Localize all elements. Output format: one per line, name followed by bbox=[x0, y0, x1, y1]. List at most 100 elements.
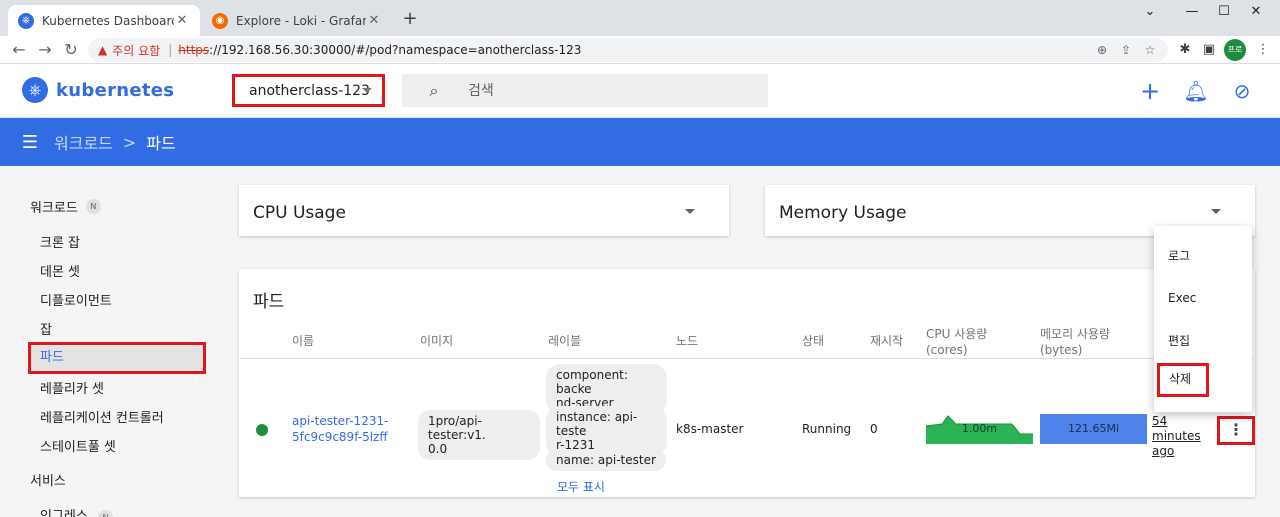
sidebar-item-replication-controllers[interactable]: 레플리케이션 컨트롤러 bbox=[40, 407, 164, 426]
security-warning[interactable]: 주의 요함 bbox=[112, 42, 160, 59]
brand-name[interactable]: kubernetes bbox=[56, 80, 174, 101]
memory-value: 121.65Mi bbox=[1067, 422, 1120, 435]
sidebar-item-deployments[interactable]: 디플로이먼트 bbox=[40, 290, 112, 309]
sidebar-section-workloads[interactable]: 워크로드 N bbox=[30, 197, 101, 216]
sidebar-item-cronjobs[interactable]: 크론 잡 bbox=[40, 232, 80, 251]
menu-item-edit[interactable]: 편집 bbox=[1168, 332, 1190, 349]
sidebar-item-daemonsets[interactable]: 데몬 셋 bbox=[40, 261, 80, 280]
row-actions-kebab-icon[interactable]: ⋮ bbox=[1217, 416, 1255, 445]
url-scheme: https bbox=[178, 43, 210, 57]
url-divider: | bbox=[168, 43, 173, 57]
column-header-cpu: CPU 사용량 (cores) bbox=[926, 326, 987, 358]
profile-avatar[interactable]: 프로 bbox=[1224, 39, 1246, 61]
kubernetes-icon: ⎈ bbox=[18, 12, 34, 29]
close-icon[interactable]: ✕ bbox=[366, 13, 382, 28]
column-header-node[interactable]: 노드 bbox=[676, 333, 698, 349]
search-icon: ⌕ bbox=[429, 80, 439, 100]
caret-down-icon[interactable] bbox=[685, 209, 695, 214]
kubernetes-logo-icon[interactable]: ⎈ bbox=[22, 77, 48, 103]
sidebar-item-statefulsets[interactable]: 스테이트풀 셋 bbox=[40, 436, 116, 455]
sidebar-section-services[interactable]: 서비스 bbox=[30, 470, 66, 489]
caret-down-icon[interactable] bbox=[1211, 209, 1221, 214]
bell-icon[interactable]: 🔔︎ bbox=[1183, 78, 1209, 104]
restarts-cell: 0 bbox=[870, 422, 878, 436]
card-title: CPU Usage bbox=[253, 203, 346, 223]
breadcrumb-separator: > bbox=[122, 132, 137, 152]
extensions-icon[interactable]: ✱ bbox=[1174, 39, 1196, 61]
namespace-value: anotherclass-123 bbox=[249, 82, 370, 99]
reload-icon[interactable]: ↻ bbox=[60, 39, 82, 61]
tab-title: Explore - Loki - Grafana bbox=[236, 13, 366, 28]
menu-item-exec[interactable]: Exec bbox=[1168, 291, 1196, 305]
hamburger-menu-icon[interactable]: ☰ bbox=[20, 132, 40, 153]
namespace-select[interactable]: anotherclass-123 bbox=[232, 74, 385, 107]
label-chip: name: api-tester bbox=[546, 449, 666, 471]
search-input[interactable] bbox=[468, 82, 748, 99]
column-header-status[interactable]: 상태 bbox=[802, 333, 824, 349]
address-bar: ← → ↻ ▲ 주의 요함 | https ://192.168.56.30:3… bbox=[0, 36, 1280, 64]
browser-tab-kubernetes[interactable]: ⎈ Kubernetes Dashboard ✕ bbox=[8, 5, 200, 36]
pod-name-line: 5fc9c9c89f-5lzff bbox=[292, 430, 388, 444]
running-status-icon bbox=[256, 424, 268, 436]
bookmark-star-icon[interactable]: ☆ bbox=[1140, 41, 1160, 59]
minimize-icon[interactable]: — bbox=[1180, 4, 1204, 24]
maximize-icon[interactable]: ☐ bbox=[1212, 4, 1236, 24]
close-icon[interactable]: ✕ bbox=[174, 13, 190, 28]
show-all-labels-link[interactable]: 모두 표시 bbox=[557, 478, 605, 495]
account-off-icon[interactable]: ⊘ bbox=[1229, 78, 1255, 104]
column-header-restarts[interactable]: 재시작 bbox=[870, 333, 903, 349]
label-line: component: backe bbox=[556, 368, 628, 396]
sidebar-item-pods[interactable]: 파드 bbox=[28, 342, 206, 374]
status-cell: Running bbox=[802, 422, 852, 436]
close-window-icon[interactable]: ✕ bbox=[1244, 4, 1268, 24]
sidebar-item-ingresses[interactable]: 인그레스 N bbox=[40, 505, 113, 517]
sidebar-item-replicasets[interactable]: 레플리카 셋 bbox=[40, 378, 104, 397]
header-unit: (cores) bbox=[926, 343, 968, 357]
browser-menu-icon[interactable]: ⋮ bbox=[1252, 39, 1274, 61]
forward-icon[interactable]: → bbox=[34, 39, 56, 61]
header-label: CPU 사용량 bbox=[926, 327, 988, 341]
browser-tab-grafana[interactable]: ◉ Explore - Loki - Grafana ✕ bbox=[202, 5, 392, 36]
column-header-image: 이미지 bbox=[420, 334, 454, 348]
new-badge: N bbox=[85, 199, 101, 214]
sidebar-item-jobs[interactable]: 잡 bbox=[40, 319, 52, 338]
column-header-labels: 레이블 bbox=[548, 334, 582, 348]
age-line: ago bbox=[1152, 444, 1175, 458]
menu-item-logs[interactable]: 로그 bbox=[1168, 247, 1190, 264]
share-icon[interactable]: ⇪ bbox=[1116, 41, 1136, 59]
image-chip: 1pro/api-tester:v1. 0.0 bbox=[418, 410, 540, 460]
card-title: 파드 bbox=[253, 292, 285, 312]
warning-icon: ▲ bbox=[98, 43, 108, 57]
sidebar-item-label: 인그레스 bbox=[40, 509, 88, 517]
cpu-usage-card[interactable]: CPU Usage bbox=[239, 185, 729, 236]
url-path: ://192.168.56.30:30000/#/pod?namespace=a… bbox=[209, 43, 582, 57]
pod-name-line: api-tester-1231- bbox=[292, 414, 389, 428]
back-icon[interactable]: ← bbox=[8, 39, 30, 61]
node-cell: k8s-master bbox=[676, 422, 744, 436]
chevron-down-icon[interactable]: ⌄ bbox=[1138, 4, 1162, 24]
pod-name-link[interactable]: api-tester-1231- 5fc9c9c89f-5lzff bbox=[292, 413, 402, 445]
breadcrumb: ☰ 워크로드 > 파드 bbox=[0, 118, 1280, 166]
header-unit: (bytes) bbox=[1040, 343, 1083, 357]
pods-card: 파드 bbox=[239, 269, 1255, 497]
search-box[interactable]: ⌕ bbox=[402, 74, 768, 107]
card-title: Memory Usage bbox=[779, 203, 907, 223]
age-line: 54 minutes bbox=[1152, 414, 1201, 443]
sidebar-section-label: 워크로드 bbox=[30, 201, 78, 216]
cpu-value: 1.00m bbox=[961, 422, 998, 435]
app-header: ⎈ kubernetes anotherclass-123 ⌕ + 🔔︎ ⊘ bbox=[0, 64, 1280, 118]
row-actions-menu: 로그 Exec 편집 삭제 bbox=[1154, 226, 1252, 412]
url-input[interactable]: ▲ 주의 요함 | https ://192.168.56.30:30000/#… bbox=[88, 38, 1168, 62]
breadcrumb-workloads[interactable]: 워크로드 bbox=[54, 130, 113, 154]
menu-item-delete[interactable]: 삭제 bbox=[1157, 363, 1209, 397]
create-plus-icon[interactable]: + bbox=[1137, 78, 1163, 104]
cpu-sparkline: 1.00m bbox=[925, 412, 1033, 444]
label-line: instance: api-teste bbox=[556, 410, 638, 438]
page-title: 파드 bbox=[146, 134, 176, 153]
grafana-icon: ◉ bbox=[212, 12, 228, 29]
column-header-name[interactable]: 이름 bbox=[292, 333, 314, 349]
new-tab-button[interactable]: + bbox=[400, 9, 420, 29]
side-panel-icon[interactable]: ▣ bbox=[1198, 39, 1220, 61]
zoom-icon[interactable]: ⊕ bbox=[1092, 41, 1112, 59]
browser-tab-bar: ⎈ Kubernetes Dashboard ✕ ◉ Explore - Lok… bbox=[0, 0, 1280, 36]
